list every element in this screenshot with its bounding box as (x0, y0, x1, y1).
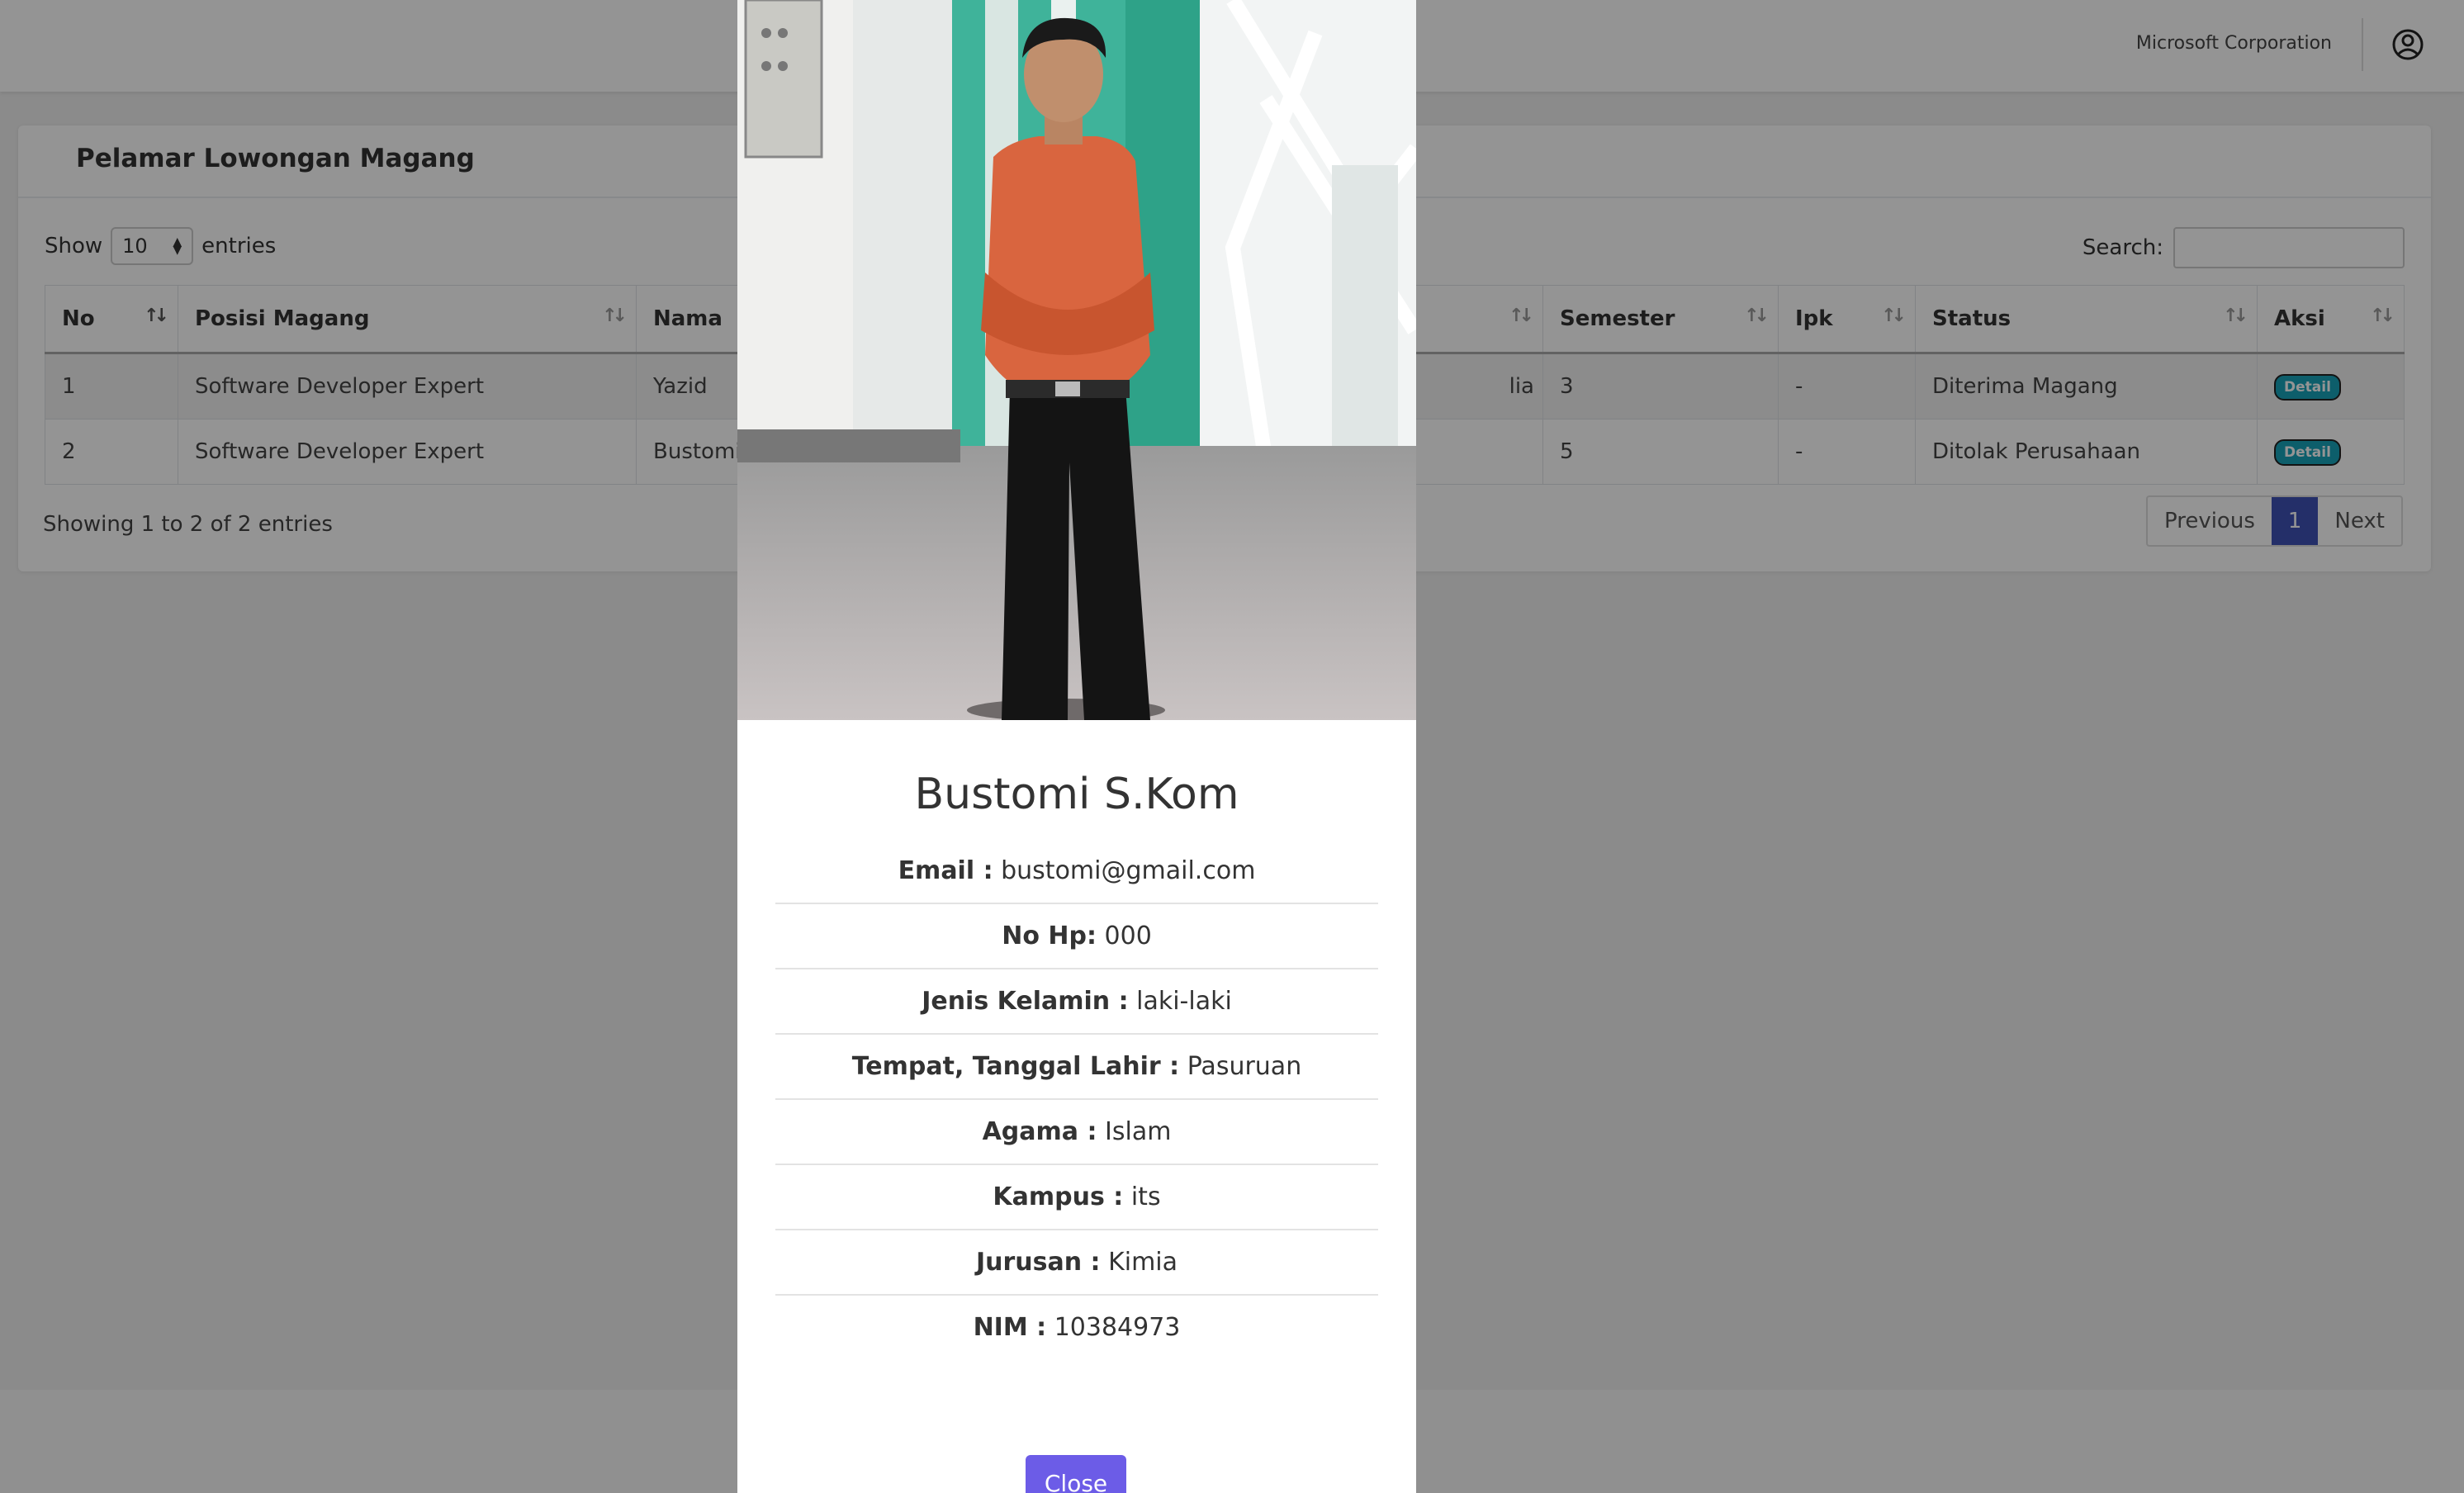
applicant-name: Bustomi S.Kom (914, 770, 1239, 819)
info-row-birth: Tempat, Tanggal Lahir : Pasuruan (775, 1035, 1378, 1100)
modal-body: Bustomi S.Kom Email : bustomi@gmail.com … (737, 720, 1416, 1359)
info-row-religion: Agama : Islam (775, 1100, 1378, 1165)
close-button[interactable]: Close (1026, 1455, 1126, 1493)
info-row-email: Email : bustomi@gmail.com (775, 839, 1378, 904)
info-row-nim: NIM : 10384973 (973, 1313, 1181, 1342)
info-row-gender: Jenis Kelamin : laki-laki (775, 969, 1378, 1035)
applicant-photo (737, 0, 1416, 720)
info-row-major: Jurusan : Kimia (775, 1230, 1378, 1296)
applicant-detail-modal: Bustomi S.Kom Email : bustomi@gmail.com … (737, 0, 1416, 1493)
info-row-campus: Kampus : its (775, 1165, 1378, 1230)
applicant-info-list: Email : bustomi@gmail.com No Hp: 000 Jen… (775, 839, 1378, 1359)
info-row-phone: No Hp: 000 (775, 904, 1378, 969)
